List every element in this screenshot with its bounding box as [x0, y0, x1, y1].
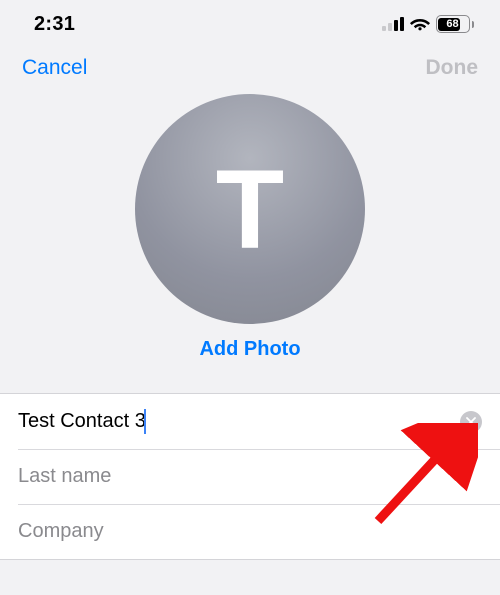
done-button[interactable]: Done: [426, 56, 479, 80]
avatar-section: T Add Photo: [0, 88, 500, 379]
battery-icon: 68: [436, 15, 475, 33]
contact-avatar[interactable]: T: [135, 94, 365, 324]
first-name-field[interactable]: Test Contact 3: [18, 410, 146, 433]
avatar-initial: T: [216, 145, 284, 274]
first-name-row[interactable]: Test Contact 3: [0, 394, 500, 449]
cancel-button[interactable]: Cancel: [22, 56, 87, 80]
last-name-row[interactable]: [0, 449, 500, 504]
close-icon: [466, 417, 476, 427]
last-name-field[interactable]: [18, 465, 482, 488]
cellular-icon: [382, 17, 404, 31]
clear-text-button[interactable]: [460, 411, 482, 433]
wifi-icon: [410, 17, 430, 31]
contact-form: Test Contact 3: [0, 393, 500, 560]
nav-bar: Cancel Done: [0, 48, 500, 88]
text-cursor: [144, 409, 146, 434]
status-indicators: 68: [382, 15, 475, 33]
company-row[interactable]: [0, 504, 500, 559]
status-bar: 2:31 68: [0, 0, 500, 48]
company-field[interactable]: [18, 520, 482, 543]
status-time: 2:31: [34, 13, 75, 36]
add-photo-button[interactable]: Add Photo: [199, 338, 300, 361]
